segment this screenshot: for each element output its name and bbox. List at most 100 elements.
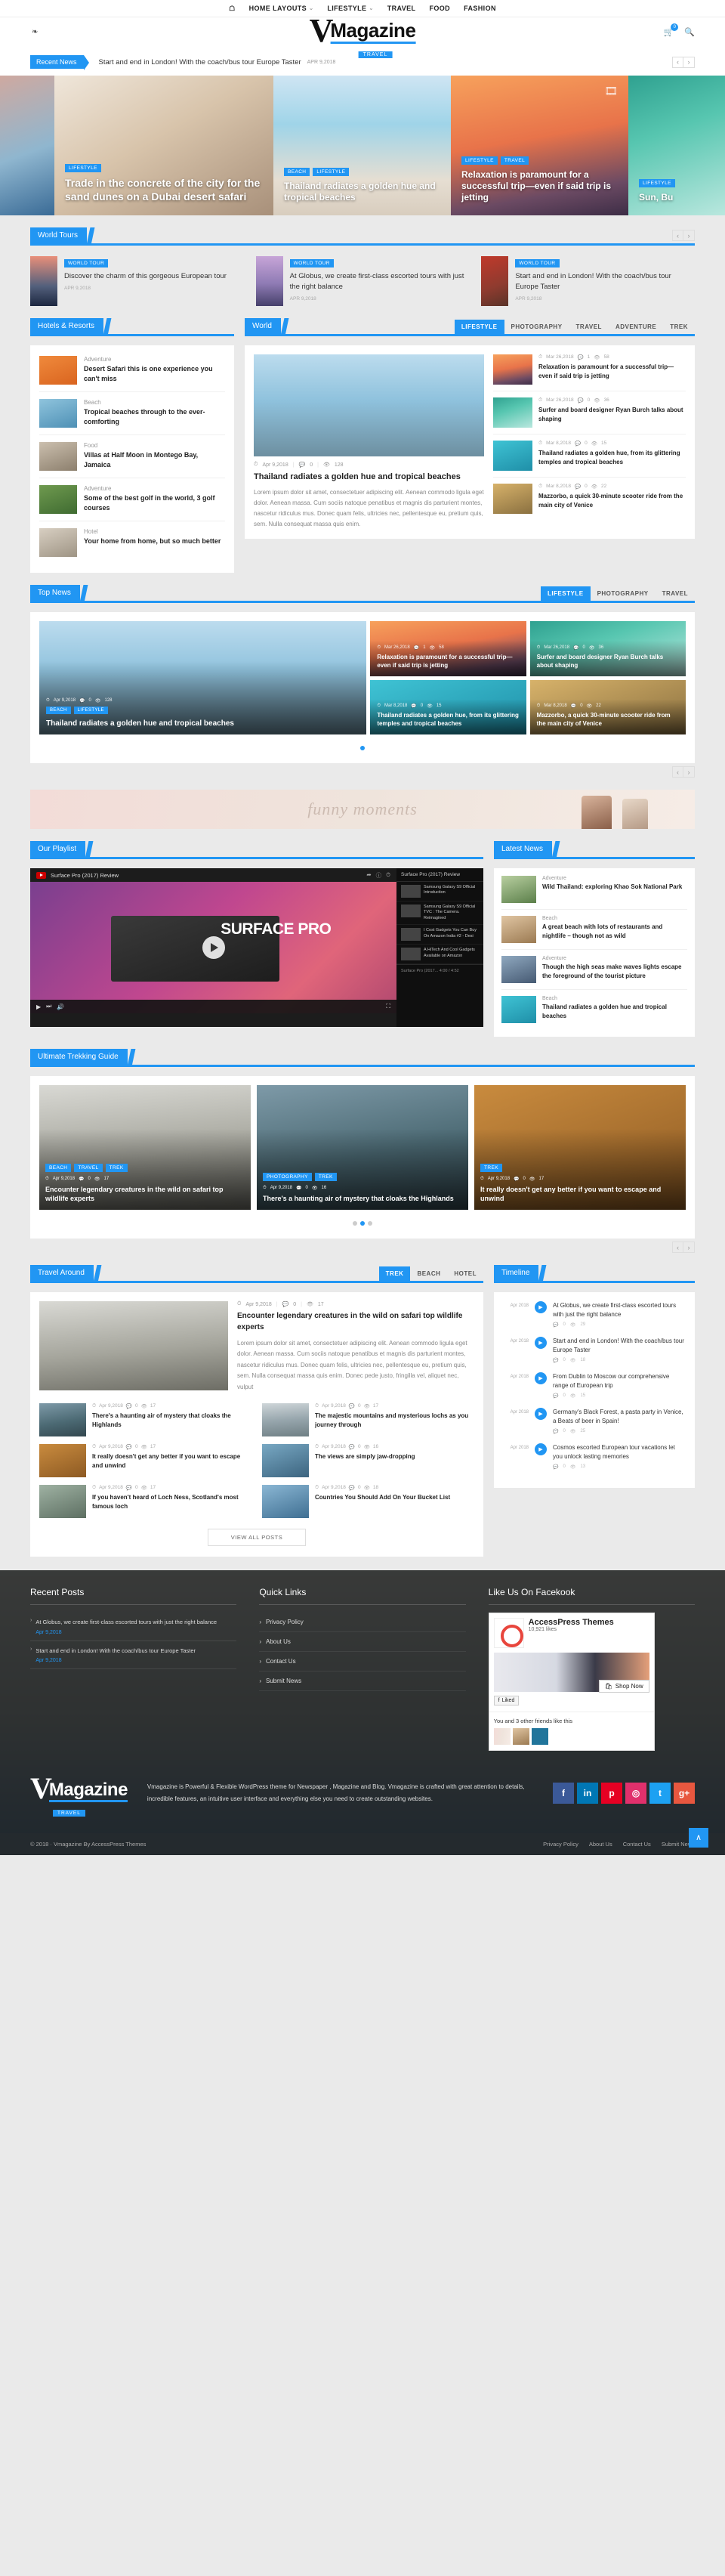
list-item[interactable]: WORLD TOUR Start and end in London! With… — [481, 256, 695, 306]
breaking-news-headline[interactable]: Start and end in London! With the coach/… — [99, 58, 301, 66]
next-button[interactable]: › — [683, 1242, 695, 1253]
timeline-item[interactable]: Apr 2018 ▶ From Dublin to Moscow our compr… — [503, 1372, 686, 1408]
tab-lifestyle[interactable]: LIFESTYLE — [454, 320, 504, 334]
tab-travel[interactable]: TRAVEL — [569, 320, 609, 334]
item-title[interactable]: Cosmos escorted European tour vacations … — [553, 1443, 686, 1461]
info-icon[interactable]: ⓘ — [376, 871, 382, 880]
back-to-top-button[interactable]: ∧ — [689, 1827, 708, 1848]
item-title[interactable]: Wild Thailand: exploring Khao Sok Nation… — [542, 883, 682, 892]
category-tag[interactable]: LIFESTYLE — [461, 156, 498, 165]
item-title[interactable]: The views are simply jaw-dropping — [315, 1452, 415, 1461]
feature-article[interactable]: ⏱ Apr 9,2018 | 💬 0 | 👁 128 Thailand radiates … — [254, 354, 484, 530]
list-item[interactable]: Hotel Your home from home, but so much be… — [39, 521, 225, 564]
item-title[interactable]: Though the high seas make waves lights e… — [542, 963, 687, 980]
item-title[interactable]: At Globus, we create first-class escorte… — [35, 1618, 217, 1628]
next-button[interactable]: › — [683, 766, 695, 778]
linkedin-icon[interactable]: in — [577, 1783, 598, 1804]
footer-logo[interactable]: VMagazine TRAVEL — [30, 1770, 128, 1817]
card-title[interactable]: Relaxation is paramount for a successful… — [377, 654, 519, 670]
item-title[interactable]: Surfer and board designer Ryan Burch tal… — [538, 406, 686, 423]
list-item[interactable]: Adventure Wild Thailand: exploring Khao S… — [501, 876, 687, 910]
hero-slide[interactable]: LIFESTYLE Trade in the concrete of the c… — [54, 76, 273, 215]
prev-button[interactable]: ‹ — [672, 1242, 683, 1253]
tab-travel[interactable]: TRAVEL — [656, 586, 695, 601]
video-frame[interactable]: SURFACE PRO ▶ ⏭ 🔊 ⛶ — [30, 882, 396, 1013]
hero-title[interactable]: Relaxation is paramount for a successful… — [461, 169, 618, 203]
watch-later-icon[interactable]: ⏱ — [386, 871, 390, 880]
hero-slide[interactable]: BEACH LIFESTYLE Thailand radiates a golde… — [273, 76, 451, 215]
dot[interactable] — [368, 1221, 372, 1226]
list-item[interactable]: Adventure Some of the best golf in the wo… — [39, 478, 225, 521]
fullscreen-icon[interactable]: ⛶ — [386, 1003, 390, 1010]
news-card[interactable]: ⏱ Mar 26,2018 💬 1 👁 58 Relaxation is paramount… — [370, 621, 526, 676]
footer-link[interactable]: › Privacy Policy — [259, 1613, 466, 1632]
category-tag[interactable]: LIFESTYLE — [73, 706, 108, 714]
carousel-dots[interactable] — [39, 1210, 686, 1229]
list-item[interactable]: ⏱ Mar 26,2018 💬 0 👁 36 Surfer and board design… — [493, 391, 686, 434]
cart-icon[interactable]: 🛒 0 — [664, 23, 679, 37]
timeline-item[interactable]: Apr 2018 ▶ At Globus, we create first-clas… — [503, 1301, 686, 1337]
category-tag[interactable]: TREK — [314, 1173, 337, 1182]
facebook-icon[interactable]: f — [553, 1783, 574, 1804]
list-item[interactable]: › Start and end in London! With the coach… — [30, 1641, 237, 1670]
list-item[interactable]: ⏱ Mar 8,2018 💬 0 👁 15 Thailand radiates a gold… — [493, 434, 686, 478]
view-all-posts-button[interactable]: VIEW ALL POSTS — [208, 1528, 306, 1546]
googleplus-icon[interactable]: g+ — [674, 1783, 695, 1804]
category-tag[interactable]: TRAVEL — [500, 156, 529, 165]
card-title[interactable]: Thailand radiates a golden hue, from its… — [377, 712, 519, 728]
video-controls[interactable]: ▶ ⏭ 🔊 ⛶ — [30, 1000, 396, 1013]
prev-button[interactable]: ‹ — [672, 766, 683, 778]
play-button[interactable] — [202, 936, 225, 959]
item-title[interactable]: It really doesn't get any better if you … — [92, 1452, 251, 1470]
card-title[interactable]: Thailand radiates a golden hue and tropi… — [46, 719, 359, 729]
category-tag[interactable]: TREK — [480, 1163, 502, 1172]
tab-trek[interactable]: TREK — [378, 1266, 411, 1281]
news-card[interactable]: ⏱ Mar 8,2018 💬 0 👁 15 Thailand radiates a gold… — [370, 679, 526, 734]
list-item[interactable]: ⏱ Apr 9,2018 💬 0 👁 17 There's a haunting air o… — [39, 1402, 251, 1436]
prev-button[interactable]: ‹ — [672, 56, 683, 68]
list-item[interactable]: WORLD TOUR At Globus, we create first-cl… — [255, 256, 470, 306]
list-item[interactable]: Adventure Desert Safari this is one exper… — [39, 354, 225, 392]
prev-button[interactable]: ‹ — [672, 230, 683, 241]
list-item[interactable]: Beach Tropical beaches through to the eve… — [39, 392, 225, 435]
item-title[interactable]: A great beach with lots of restaurants a… — [542, 923, 687, 940]
hero-slider[interactable]: LIFESTYLE Trade in the concrete of the c… — [0, 76, 725, 215]
list-item[interactable]: ⏱ Apr 9,2018 💬 0 👁 17 If you haven't heard of … — [39, 1484, 251, 1518]
list-item[interactable]: ⏱ Mar 8,2018 💬 0 👁 22 Mazzorbo, a quick 30-min… — [493, 478, 686, 520]
dot[interactable] — [360, 1221, 365, 1226]
video-player[interactable]: Surface Pro (2017) Review ➦ ⓘ ⏱ SURFACE PR… — [30, 868, 483, 1027]
tab-hotel[interactable]: HOTEL — [447, 1266, 483, 1281]
search-icon[interactable]: 🔍 — [684, 27, 695, 37]
tab-trek[interactable]: TREK — [663, 320, 695, 334]
featured-card[interactable]: ⏱ Apr 9,2018 💬 0 👁 128 BEACH LIFESTYLE Thailan… — [39, 621, 367, 734]
nav-item-lifestyle[interactable]: LIFESTYLE ⌄ — [327, 5, 373, 12]
ad-banner[interactable]: funny moments — [30, 790, 695, 829]
category-tag[interactable]: WORLD TOUR — [64, 259, 109, 267]
tab-photography[interactable]: PHOTOGRAPHY — [591, 586, 656, 601]
item-title[interactable]: If you haven't heard of Loch Ness, Scotl… — [92, 1493, 251, 1511]
category-tag[interactable]: LIFESTYLE — [65, 164, 101, 172]
list-item[interactable]: ⏱ Apr 9,2018 💬 0 👁 18 Countries You Should Add… — [262, 1484, 474, 1518]
list-item[interactable]: › At Globus, we create first-class escort… — [30, 1613, 237, 1641]
bottom-link-about[interactable]: About Us — [589, 1841, 612, 1848]
list-item[interactable]: ⏱ Apr 9,2018 💬 0 👁 17 The majestic mountains a… — [262, 1402, 474, 1436]
feature-title[interactable]: Thailand radiates a golden hue and tropi… — [254, 472, 484, 483]
hero-title[interactable]: Trade in the concrete of the city for th… — [65, 177, 263, 203]
nav-item-fashion[interactable]: FASHION — [464, 5, 496, 12]
item-title[interactable]: At Globus, we create first-class escorte… — [290, 271, 470, 292]
bottom-link-contact[interactable]: Contact Us — [623, 1841, 651, 1848]
item-title[interactable]: Start and end in London! With the coach/… — [515, 271, 695, 292]
site-logo[interactable]: VMagazine TRAVEL — [310, 14, 416, 58]
footer-link[interactable]: › About Us — [259, 1632, 466, 1652]
next-icon[interactable]: ⏭ — [46, 1003, 51, 1010]
trek-card[interactable]: PHOTOGRAPHY TREK ⏱ Apr 9,2018 💬 0 👁 16 There's… — [257, 1085, 468, 1210]
item-title[interactable]: There's a haunting air of mystery that c… — [92, 1412, 251, 1429]
item-title[interactable]: Some of the best golf in the world, 3 go… — [84, 493, 225, 512]
item-title[interactable]: Start and end in London! With the coach/… — [35, 1647, 196, 1656]
category-tag[interactable]: WORLD TOUR — [515, 259, 560, 267]
pinterest-icon[interactable]: p — [601, 1783, 622, 1804]
footer-link[interactable]: › Submit News — [259, 1671, 466, 1691]
item-title[interactable]: Tropical beaches through to the ever-com… — [84, 407, 225, 426]
category-tag[interactable]: WORLD TOUR — [289, 259, 334, 267]
hero-slide[interactable] — [0, 76, 54, 215]
